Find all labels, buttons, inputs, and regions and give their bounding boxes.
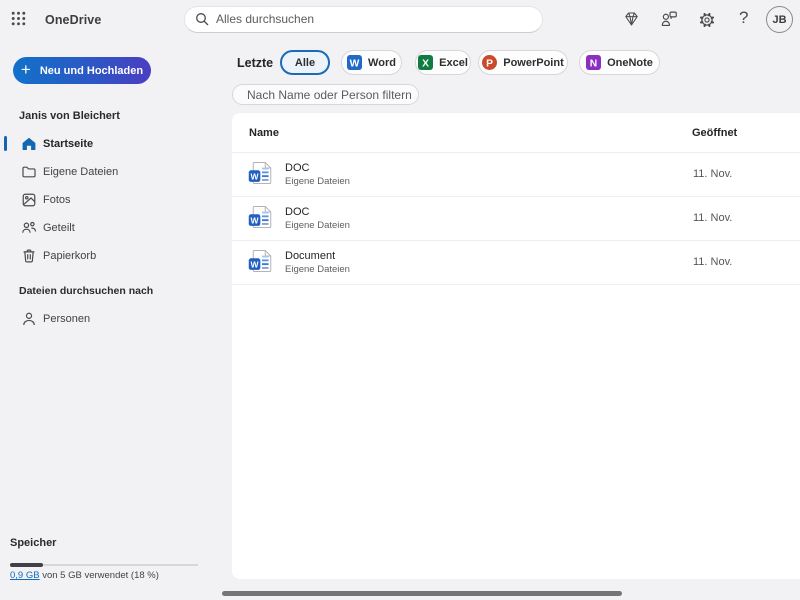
- svg-text:X: X: [422, 58, 429, 69]
- svg-text:N: N: [590, 58, 597, 69]
- svg-text:W: W: [350, 58, 360, 69]
- svg-text:W: W: [251, 215, 260, 225]
- svg-text:P: P: [486, 58, 493, 69]
- svg-text:W: W: [251, 171, 260, 181]
- svg-text:W: W: [251, 259, 260, 269]
